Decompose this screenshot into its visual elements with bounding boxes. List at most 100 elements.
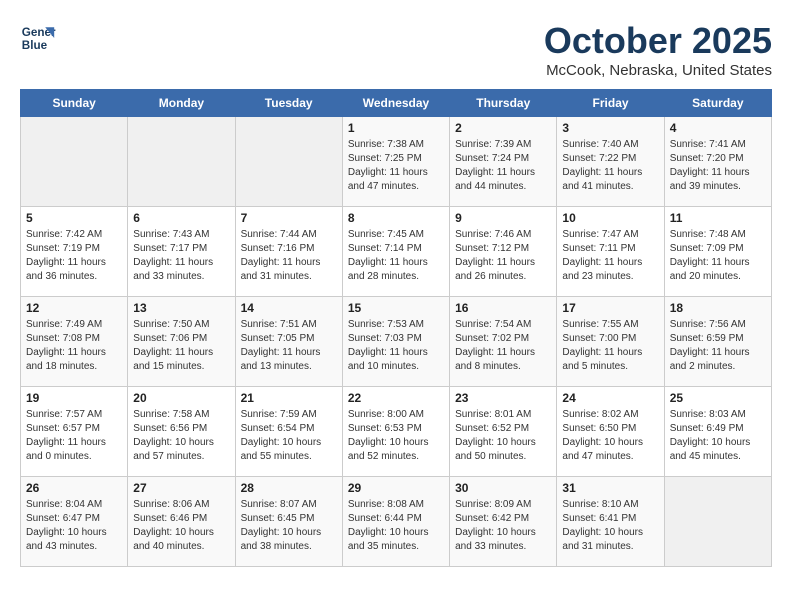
- cell-content: Sunset: 7:06 PM: [133, 332, 229, 346]
- week-row-4: 19Sunrise: 7:57 AMSunset: 6:57 PMDayligh…: [21, 387, 772, 477]
- day-number: 28: [241, 481, 337, 495]
- calendar-cell: 21Sunrise: 7:59 AMSunset: 6:54 PMDayligh…: [235, 387, 342, 477]
- cell-content: Daylight: 11 hours and 15 minutes.: [133, 346, 229, 374]
- calendar-cell: 30Sunrise: 8:09 AMSunset: 6:42 PMDayligh…: [450, 477, 557, 567]
- day-number: 17: [562, 301, 658, 315]
- calendar-cell: 15Sunrise: 7:53 AMSunset: 7:03 PMDayligh…: [342, 297, 449, 387]
- cell-content: Sunrise: 7:58 AM: [133, 408, 229, 422]
- cell-content: Daylight: 10 hours and 45 minutes.: [670, 436, 766, 464]
- calendar-cell: 25Sunrise: 8:03 AMSunset: 6:49 PMDayligh…: [664, 387, 771, 477]
- week-row-1: 1Sunrise: 7:38 AMSunset: 7:25 PMDaylight…: [21, 117, 772, 207]
- calendar-cell: 23Sunrise: 8:01 AMSunset: 6:52 PMDayligh…: [450, 387, 557, 477]
- day-number: 4: [670, 121, 766, 135]
- calendar-cell: 31Sunrise: 8:10 AMSunset: 6:41 PMDayligh…: [557, 477, 664, 567]
- cell-content: Sunrise: 7:46 AM: [455, 228, 551, 242]
- cell-content: Sunrise: 7:57 AM: [26, 408, 122, 422]
- calendar-cell: 26Sunrise: 8:04 AMSunset: 6:47 PMDayligh…: [21, 477, 128, 567]
- cell-content: Sunrise: 8:10 AM: [562, 498, 658, 512]
- cell-content: Sunset: 7:14 PM: [348, 242, 444, 256]
- calendar-cell: 20Sunrise: 7:58 AMSunset: 6:56 PMDayligh…: [128, 387, 235, 477]
- cell-content: Sunrise: 7:59 AM: [241, 408, 337, 422]
- cell-content: Sunset: 7:02 PM: [455, 332, 551, 346]
- day-number: 7: [241, 211, 337, 225]
- cell-content: Sunrise: 7:44 AM: [241, 228, 337, 242]
- calendar-subtitle: McCook, Nebraska, United States: [544, 62, 772, 79]
- day-number: 27: [133, 481, 229, 495]
- cell-content: Daylight: 11 hours and 36 minutes.: [26, 256, 122, 284]
- weekday-header-friday: Friday: [557, 90, 664, 117]
- cell-content: Sunrise: 7:56 AM: [670, 318, 766, 332]
- day-number: 20: [133, 391, 229, 405]
- cell-content: Sunrise: 7:39 AM: [455, 138, 551, 152]
- week-row-3: 12Sunrise: 7:49 AMSunset: 7:08 PMDayligh…: [21, 297, 772, 387]
- calendar-cell: 18Sunrise: 7:56 AMSunset: 6:59 PMDayligh…: [664, 297, 771, 387]
- cell-content: Sunset: 7:25 PM: [348, 152, 444, 166]
- calendar-cell: 16Sunrise: 7:54 AMSunset: 7:02 PMDayligh…: [450, 297, 557, 387]
- cell-content: Daylight: 10 hours and 50 minutes.: [455, 436, 551, 464]
- day-number: 25: [670, 391, 766, 405]
- cell-content: Sunrise: 7:51 AM: [241, 318, 337, 332]
- cell-content: Daylight: 11 hours and 26 minutes.: [455, 256, 551, 284]
- cell-content: Sunrise: 7:40 AM: [562, 138, 658, 152]
- logo: General Blue: [20, 20, 56, 56]
- cell-content: Daylight: 11 hours and 20 minutes.: [670, 256, 766, 284]
- calendar-cell: 9 Sunrise: 7:46 AMSunset: 7:12 PMDaylight…: [450, 207, 557, 297]
- day-number: 6: [133, 211, 229, 225]
- cell-content: Sunset: 7:20 PM: [670, 152, 766, 166]
- cell-content: Sunset: 6:44 PM: [348, 512, 444, 526]
- calendar-cell: 13Sunrise: 7:50 AMSunset: 7:06 PMDayligh…: [128, 297, 235, 387]
- cell-content: Sunrise: 8:02 AM: [562, 408, 658, 422]
- cell-content: Sunset: 6:54 PM: [241, 422, 337, 436]
- day-number: 5: [26, 211, 122, 225]
- cell-content: Daylight: 11 hours and 39 minutes.: [670, 166, 766, 194]
- day-number: 26: [26, 481, 122, 495]
- cell-content: Sunrise: 7:41 AM: [670, 138, 766, 152]
- cell-content: Sunrise: 8:09 AM: [455, 498, 551, 512]
- calendar-cell: 5 Sunrise: 7:42 AMSunset: 7:19 PMDaylight…: [21, 207, 128, 297]
- calendar-cell: 8Sunrise: 7:45 AMSunset: 7:14 PMDaylight…: [342, 207, 449, 297]
- weekday-header-tuesday: Tuesday: [235, 90, 342, 117]
- cell-content: Sunrise: 7:43 AM: [133, 228, 229, 242]
- svg-text:Blue: Blue: [22, 39, 48, 52]
- cell-content: Sunset: 6:47 PM: [26, 512, 122, 526]
- cell-content: Sunset: 7:22 PM: [562, 152, 658, 166]
- week-row-2: 5Sunrise: 7:42 AMSunset: 7:19 PMDaylight…: [21, 207, 772, 297]
- cell-content: Sunset: 7:17 PM: [133, 242, 229, 256]
- calendar-cell: 2Sunrise: 7:39 AMSunset: 7:24 PMDaylight…: [450, 117, 557, 207]
- day-number: 24: [562, 391, 658, 405]
- cell-content: Sunset: 6:49 PM: [670, 422, 766, 436]
- cell-content: Sunset: 7:16 PM: [241, 242, 337, 256]
- weekday-header-wednesday: Wednesday: [342, 90, 449, 117]
- cell-content: Daylight: 10 hours and 33 minutes.: [455, 526, 551, 554]
- day-number: 3: [562, 121, 658, 135]
- weekday-header-thursday: Thursday: [450, 90, 557, 117]
- calendar-cell: 22Sunrise: 8:00 AMSunset: 6:53 PMDayligh…: [342, 387, 449, 477]
- cell-content: Sunrise: 7:45 AM: [348, 228, 444, 242]
- calendar-title: October 2025: [544, 20, 772, 62]
- cell-content: Daylight: 11 hours and 44 minutes.: [455, 166, 551, 194]
- calendar-cell: 17Sunrise: 7:55 AMSunset: 7:00 PMDayligh…: [557, 297, 664, 387]
- calendar-cell: [21, 117, 128, 207]
- calendar-cell: 19Sunrise: 7:57 AMSunset: 6:57 PMDayligh…: [21, 387, 128, 477]
- cell-content: Sunset: 6:52 PM: [455, 422, 551, 436]
- page-header: General Blue October 2025 McCook, Nebras…: [20, 20, 772, 79]
- day-number: 10: [562, 211, 658, 225]
- day-number: 18: [670, 301, 766, 315]
- calendar-cell: 29Sunrise: 8:08 AMSunset: 6:44 PMDayligh…: [342, 477, 449, 567]
- day-number: 30: [455, 481, 551, 495]
- day-number: 9: [455, 211, 551, 225]
- cell-content: Sunset: 6:50 PM: [562, 422, 658, 436]
- calendar-table: SundayMondayTuesdayWednesdayThursdayFrid…: [20, 89, 772, 567]
- cell-content: Sunset: 6:57 PM: [26, 422, 122, 436]
- cell-content: Sunrise: 7:55 AM: [562, 318, 658, 332]
- weekday-header-monday: Monday: [128, 90, 235, 117]
- cell-content: Daylight: 11 hours and 41 minutes.: [562, 166, 658, 194]
- cell-content: Sunset: 7:19 PM: [26, 242, 122, 256]
- cell-content: Daylight: 10 hours and 40 minutes.: [133, 526, 229, 554]
- weekday-header-row: SundayMondayTuesdayWednesdayThursdayFrid…: [21, 90, 772, 117]
- cell-content: Daylight: 11 hours and 2 minutes.: [670, 346, 766, 374]
- cell-content: Sunrise: 7:42 AM: [26, 228, 122, 242]
- cell-content: Sunset: 7:12 PM: [455, 242, 551, 256]
- day-number: 8: [348, 211, 444, 225]
- day-number: 31: [562, 481, 658, 495]
